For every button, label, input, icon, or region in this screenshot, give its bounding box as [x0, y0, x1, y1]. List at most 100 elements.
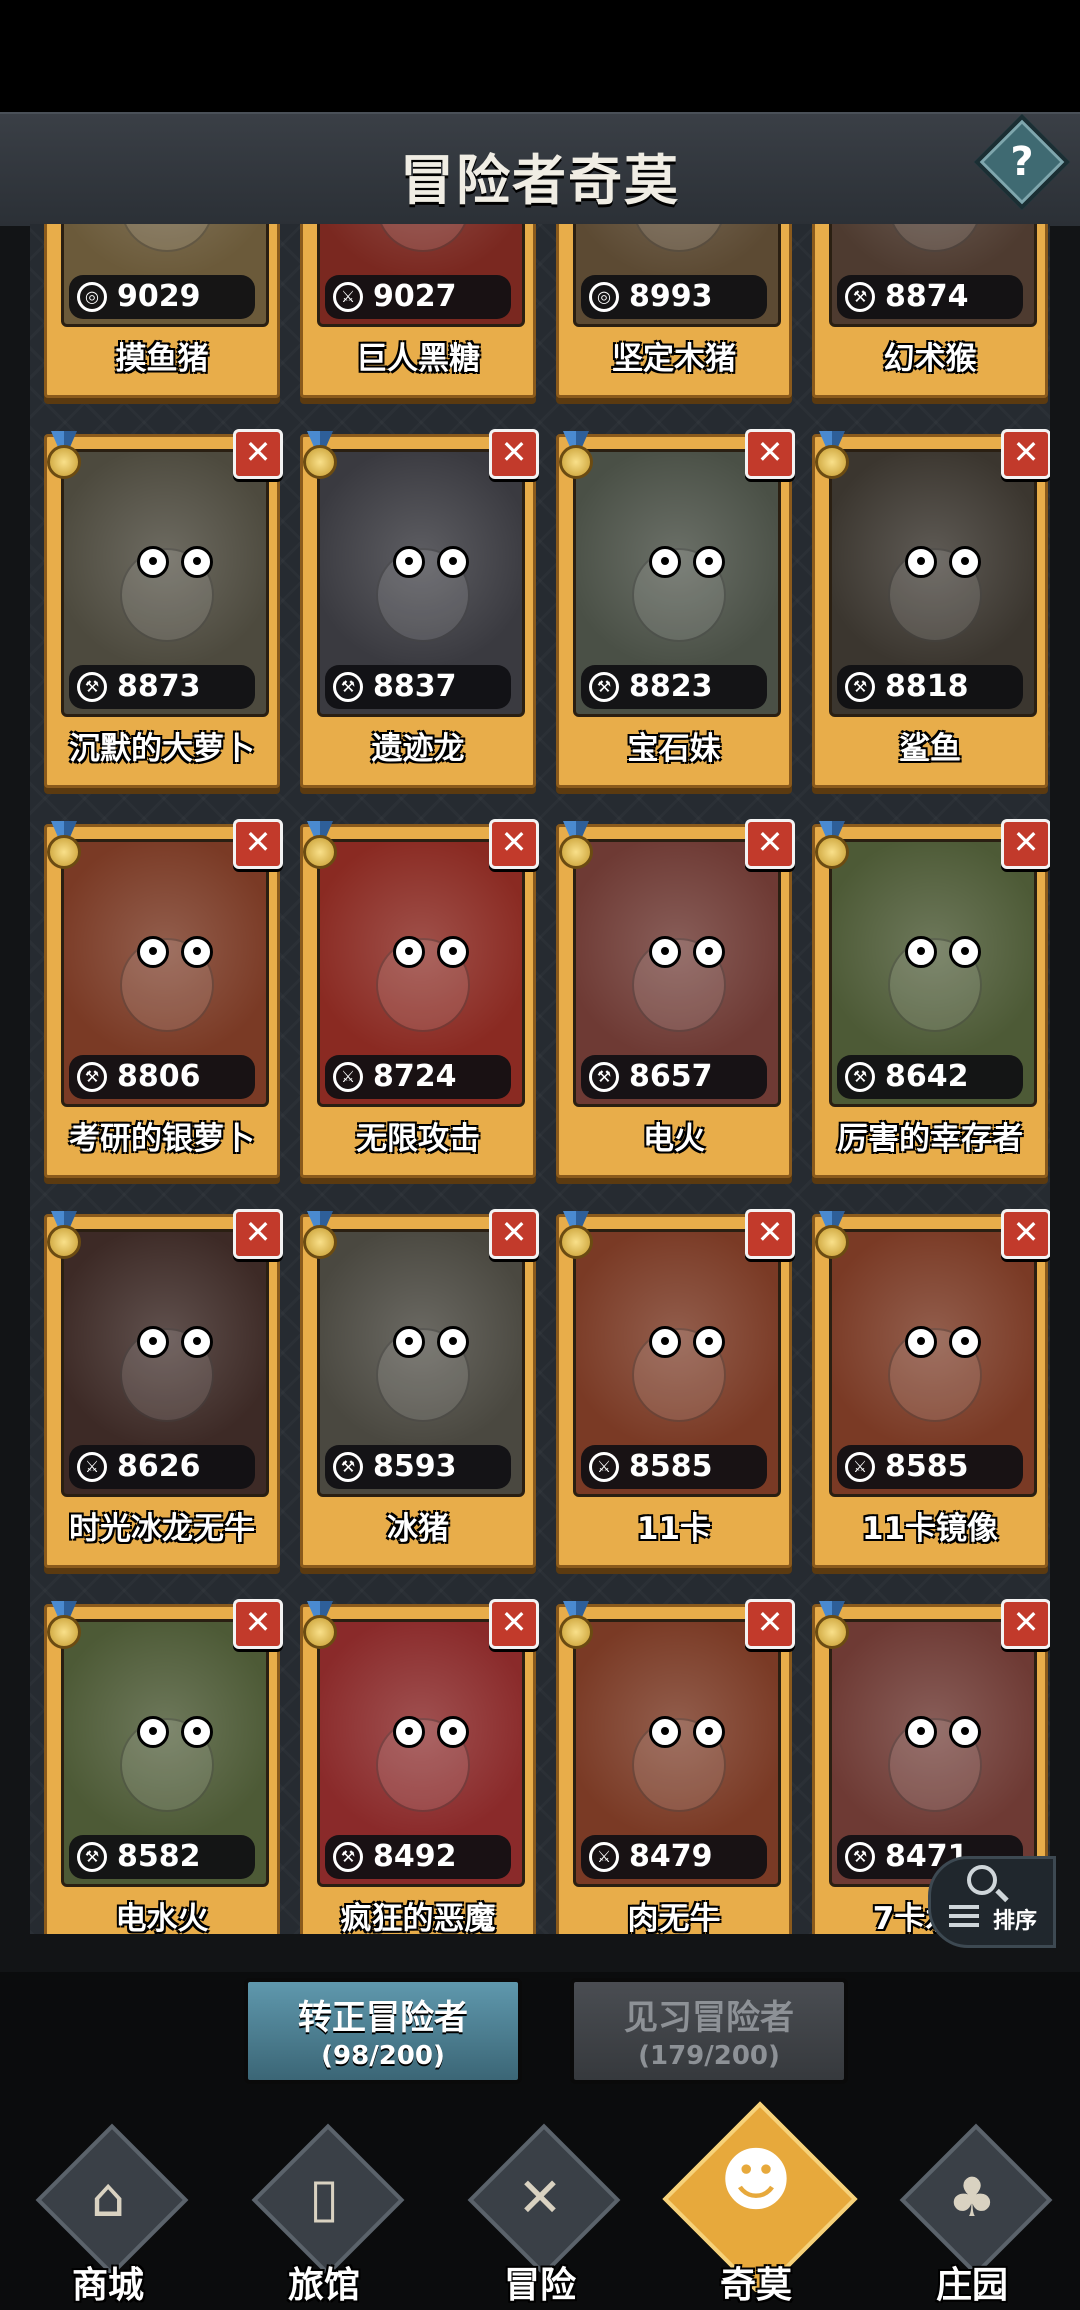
remove-button[interactable]: ✕ — [1001, 819, 1050, 869]
search-icon — [967, 1865, 997, 1895]
close-icon: ✕ — [500, 823, 528, 861]
adventurer-card[interactable]: ⚔ 8626 时光冰龙无牛 ✕ — [44, 1209, 283, 1568]
remove-button[interactable]: ✕ — [233, 429, 283, 479]
adventurer-card[interactable]: ⚒ 8642 厉害的幸存者 ✕ — [812, 819, 1050, 1178]
adventurer-card[interactable]: ⚔ 9027 巨人黑糖 — [300, 224, 536, 398]
power-score: ⚔ 8585 — [581, 1445, 767, 1489]
nav-item-3[interactable]: ☻ 奇莫 — [656, 2101, 858, 2310]
medal-icon — [557, 1601, 595, 1651]
power-value: 8874 — [885, 279, 969, 314]
power-value: 8593 — [373, 1449, 457, 1484]
power-value: 9029 — [117, 279, 201, 314]
adventurer-name: 无限攻击 — [356, 1121, 480, 1157]
tab-trainee-adventurers[interactable]: 见习冒险者 (179/200) — [570, 1978, 848, 2084]
adventurer-card[interactable]: ⚔ 8724 无限攻击 ✕ — [300, 819, 539, 1178]
medal-icon — [813, 821, 851, 871]
remove-button[interactable]: ✕ — [489, 1209, 539, 1259]
power-score: ◎ 9029 — [69, 275, 255, 319]
medal-icon — [301, 1601, 339, 1651]
remove-button[interactable]: ✕ — [1001, 1599, 1050, 1649]
adventurer-card[interactable]: ⚒ 8593 冰猪 ✕ — [300, 1209, 539, 1568]
adventurer-card[interactable]: ⚒ 8818 鲨鱼 ✕ — [812, 429, 1050, 788]
adventurer-name: 遗迹龙 — [371, 731, 465, 767]
adventurer-card[interactable]: ⚔ 8585 11卡 ✕ — [556, 1209, 795, 1568]
remove-button[interactable]: ✕ — [489, 1599, 539, 1649]
close-icon: ✕ — [1012, 1213, 1040, 1251]
power-value: 8626 — [117, 1449, 201, 1484]
close-icon: ✕ — [244, 823, 272, 861]
adventurer-name: 鲨鱼 — [899, 731, 961, 767]
remove-button[interactable]: ✕ — [233, 1599, 283, 1649]
power-score: ⚒ 8642 — [837, 1055, 1023, 1099]
adventurer-card[interactable]: ◎ 9029 摸鱼猪 — [44, 224, 280, 398]
tab-label: 转正冒险者 — [298, 1998, 468, 2038]
nav-label: 商城 — [71, 2265, 144, 2306]
power-score: ⚔ 8626 — [69, 1445, 255, 1489]
sword-icon: ⚔ — [589, 1452, 619, 1482]
adventurer-card[interactable]: ⚒ 8492 疯狂的恶魔 ✕ — [300, 1599, 539, 1934]
medal-icon — [45, 821, 83, 871]
adventurer-name: 坚定木猪 — [612, 341, 736, 377]
sword-icon: ⚔ — [333, 282, 363, 312]
nav-item-0[interactable]: ⌂ 商城 — [8, 2120, 208, 2310]
adventurer-card[interactable]: ⚒ 8837 遗迹龙 ✕ — [300, 429, 539, 788]
adventurer-card[interactable]: ⚔ 8585 11卡镜像 ✕ — [812, 1209, 1050, 1568]
adventurer-card[interactable]: ◎ 8993 坚定木猪 — [556, 224, 792, 398]
power-score: ⚒ 8657 — [581, 1055, 767, 1099]
remove-button[interactable]: ✕ — [489, 819, 539, 869]
close-icon: ✕ — [244, 1603, 272, 1641]
adventurer-name: 沉默的大萝卜 — [69, 731, 255, 767]
adventurer-card[interactable]: ⚒ 8582 电水火 ✕ — [44, 1599, 283, 1934]
adventurer-name: 巨人黑糖 — [356, 341, 480, 377]
remove-button[interactable]: ✕ — [745, 1209, 795, 1259]
sword-icon: ⚔ — [333, 1062, 363, 1092]
axe-icon: ⚒ — [77, 1842, 107, 1872]
remove-button[interactable]: ✕ — [745, 429, 795, 479]
adventurer-card[interactable]: ⚒ 8823 宝石妹 ✕ — [556, 429, 795, 788]
medal-icon — [813, 1211, 851, 1261]
close-icon: ✕ — [1012, 1603, 1040, 1641]
inn-door-icon: ▯ — [309, 2166, 339, 2229]
close-icon: ✕ — [756, 433, 784, 471]
adventurer-list[interactable]: ◎ 9029 摸鱼猪 ⚔ 9027 巨人黑糖 ◎ 8993 坚定木猪 ⚒ 8874 幻术猴 ⚒ 8873 沉… — [30, 224, 1050, 1934]
remove-button[interactable]: ✕ — [233, 819, 283, 869]
question-icon: ? — [1010, 139, 1034, 185]
medal-icon — [557, 431, 595, 481]
sort-button[interactable]: 排序 — [928, 1856, 1056, 1948]
adventurer-name: 时光冰龙无牛 — [69, 1511, 255, 1547]
adventurer-card[interactable]: ⚒ 8806 考研的银萝卜 ✕ — [44, 819, 283, 1178]
power-value: 8585 — [629, 1449, 713, 1484]
power-value: 8492 — [373, 1839, 457, 1874]
power-value: 8585 — [885, 1449, 969, 1484]
tab-regular-adventurers[interactable]: 转正冒险者 (98/200) — [244, 1978, 522, 2084]
shop-icon: ⌂ — [90, 2166, 126, 2229]
medal-icon — [45, 431, 83, 481]
medal-icon — [45, 1211, 83, 1261]
nav-item-1[interactable]: ▯ 旅馆 — [224, 2120, 424, 2310]
remove-button[interactable]: ✕ — [489, 429, 539, 479]
bottom-navigation: ⌂ 商城 ▯ 旅馆 ✕ 冒险 ☻ 奇莫 ♣ 庄园 — [0, 2101, 1080, 2310]
medal-icon — [813, 431, 851, 481]
power-score: ⚒ 8818 — [837, 665, 1023, 709]
remove-button[interactable]: ✕ — [233, 1209, 283, 1259]
remove-button[interactable]: ✕ — [745, 819, 795, 869]
close-icon: ✕ — [1012, 433, 1040, 471]
nav-label: 庄园 — [935, 2265, 1008, 2306]
nav-item-2[interactable]: ✕ 冒险 — [440, 2120, 640, 2310]
power-value: 8837 — [373, 669, 457, 704]
adventurer-card[interactable]: ⚒ 8873 沉默的大萝卜 ✕ — [44, 429, 283, 788]
medal-icon — [813, 1601, 851, 1651]
power-score: ⚔ 8479 — [581, 1835, 767, 1879]
close-icon: ✕ — [756, 1213, 784, 1251]
target-icon: ◎ — [77, 282, 107, 312]
nav-item-4[interactable]: ♣ 庄园 — [872, 2120, 1072, 2310]
remove-button[interactable]: ✕ — [1001, 1209, 1050, 1259]
remove-button[interactable]: ✕ — [745, 1599, 795, 1649]
crossed-swords-icon: ✕ — [517, 2166, 563, 2229]
adventurer-card[interactable]: ⚔ 8479 肉无牛 ✕ — [556, 1599, 795, 1934]
remove-button[interactable]: ✕ — [1001, 429, 1050, 479]
adventurer-card[interactable]: ⚒ 8874 幻术猴 — [812, 224, 1048, 398]
adventurer-card[interactable]: ⚒ 8657 电火 ✕ — [556, 819, 795, 1178]
adventurer-name: 摸鱼猪 — [115, 341, 209, 377]
sword-icon: ⚔ — [845, 1452, 875, 1482]
